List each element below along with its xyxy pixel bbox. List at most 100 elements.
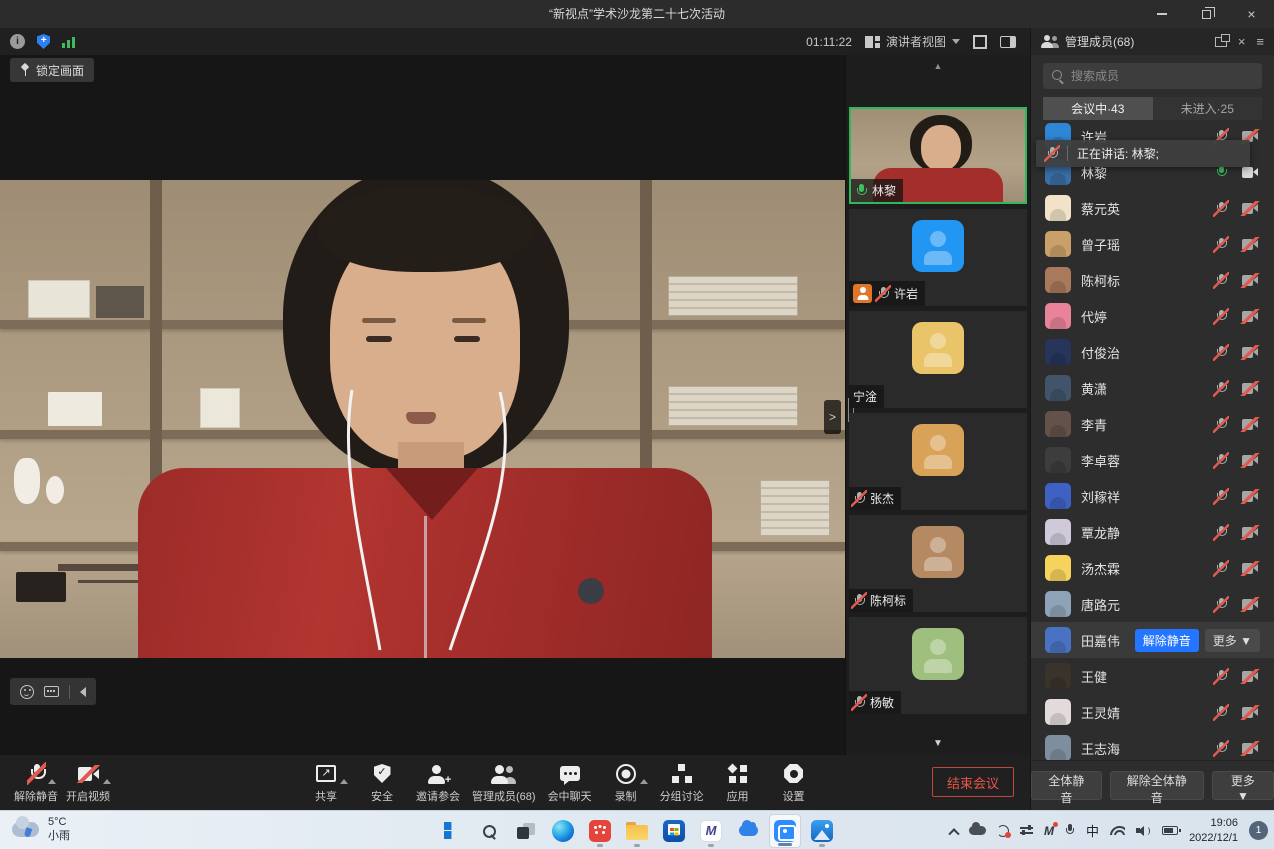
mixer-icon[interactable]	[1020, 825, 1033, 836]
mic-options-caret-icon[interactable]	[48, 779, 56, 784]
video-tile[interactable]: 陈柯标	[849, 515, 1027, 612]
minimize-button[interactable]	[1139, 0, 1184, 28]
start-button[interactable]	[436, 814, 468, 848]
member-row[interactable]: 刘稼祥	[1031, 478, 1274, 514]
toolbar-apps-button[interactable]: 应用	[712, 758, 764, 807]
member-camera-icon[interactable]	[1242, 419, 1258, 430]
sidebar-toggle-icon[interactable]	[1000, 36, 1016, 48]
member-row[interactable]: 黄潇	[1031, 370, 1274, 406]
tab-in-meeting[interactable]: 会议中·43	[1043, 97, 1153, 120]
weather-widget[interactable]: 5°C 小雨	[12, 815, 70, 844]
speaker-icon[interactable]	[1136, 825, 1151, 837]
member-mic-icon[interactable]	[1215, 202, 1227, 215]
sync-icon[interactable]	[997, 825, 1009, 837]
wifi-icon[interactable]	[1110, 826, 1125, 835]
toolbar-settings-button[interactable]: 设置	[768, 758, 820, 807]
member-mic-icon[interactable]	[1215, 346, 1227, 359]
member-mic-icon[interactable]	[1215, 706, 1227, 719]
member-row[interactable]: 汤杰霖	[1031, 550, 1274, 586]
panel-menu-icon[interactable]: ≡	[1256, 34, 1264, 49]
edge-browser-button[interactable]	[547, 814, 579, 848]
member-camera-icon[interactable]	[1242, 383, 1258, 394]
toolbar-invite-button[interactable]: + 邀请参会	[412, 758, 464, 807]
strip-collapse-handle[interactable]: >	[824, 400, 841, 434]
restore-button[interactable]	[1184, 0, 1229, 28]
member-mic-icon[interactable]	[1215, 238, 1227, 251]
tab-not-joined[interactable]: 未进入·25	[1153, 97, 1263, 120]
member-row[interactable]: 王志海	[1031, 730, 1274, 760]
toolbar-record-button[interactable]: 录制	[600, 758, 652, 807]
video-tile[interactable]: 许岩	[849, 209, 1027, 306]
member-camera-icon[interactable]	[1242, 455, 1258, 466]
unmute-member-button[interactable]: 解除静音	[1135, 629, 1199, 652]
member-camera-icon[interactable]	[1242, 563, 1258, 574]
clock-widget[interactable]: 19:06 2022/12/1	[1189, 816, 1238, 845]
member-mic-icon[interactable]	[1215, 454, 1227, 467]
member-mic-icon[interactable]	[1215, 166, 1227, 179]
camera-options-caret-icon[interactable]	[103, 779, 111, 784]
member-row[interactable]: 覃龙静	[1031, 514, 1274, 550]
close-button[interactable]: ×	[1229, 0, 1274, 28]
member-more-button[interactable]: 更多 ▼	[1205, 629, 1260, 652]
taskbar-search-button[interactable]	[473, 814, 505, 848]
member-mic-icon[interactable]	[1215, 670, 1227, 683]
member-mic-icon[interactable]	[1215, 418, 1227, 431]
appgallery-button[interactable]	[584, 814, 616, 848]
video-tile[interactable]: 林黎	[849, 107, 1027, 204]
member-mic-icon[interactable]	[1215, 382, 1227, 395]
member-camera-icon[interactable]	[1242, 275, 1258, 286]
collapse-left-icon[interactable]	[80, 687, 86, 697]
tray-overflow-icon[interactable]	[948, 828, 959, 839]
member-mic-icon[interactable]	[1215, 490, 1227, 503]
emoji-icon[interactable]	[20, 685, 34, 699]
lock-view-button[interactable]: 锁定画面	[10, 58, 94, 82]
toolbar-unmute-button[interactable]: 解除静音	[10, 758, 62, 807]
photos-app-button[interactable]	[806, 814, 838, 848]
footer-more-button[interactable]: 更多 ▼	[1212, 771, 1274, 800]
member-mic-icon[interactable]	[1215, 598, 1227, 611]
microphone-tray-icon[interactable]	[1065, 824, 1075, 837]
member-mic-icon[interactable]	[1215, 526, 1227, 539]
search-input[interactable]	[1071, 69, 1253, 83]
quick-chat-icon[interactable]	[44, 686, 59, 697]
member-camera-icon[interactable]	[1242, 203, 1258, 214]
video-tile[interactable]: 杨敏	[849, 617, 1027, 714]
toolbar-chat-button[interactable]: 会中聊天	[544, 758, 596, 807]
member-mic-icon[interactable]	[1215, 274, 1227, 287]
member-mic-icon[interactable]	[1215, 742, 1227, 755]
cloud-app-button[interactable]	[732, 814, 764, 848]
fullscreen-icon[interactable]	[973, 35, 987, 49]
protection-shield-icon[interactable]	[37, 34, 50, 49]
member-camera-icon[interactable]	[1242, 167, 1258, 178]
ime-indicator[interactable]: 中	[1086, 821, 1099, 840]
member-camera-icon[interactable]	[1242, 311, 1258, 322]
member-camera-icon[interactable]	[1242, 527, 1258, 538]
member-camera-icon[interactable]	[1242, 347, 1258, 358]
member-row[interactable]: 王健	[1031, 658, 1274, 694]
toolbar-security-button[interactable]: 安全	[356, 758, 408, 807]
notification-badge[interactable]: 1	[1249, 821, 1268, 840]
mute-all-button[interactable]: 全体静音	[1031, 771, 1102, 800]
close-panel-icon[interactable]: ×	[1238, 34, 1246, 49]
onedrive-icon[interactable]	[969, 826, 986, 835]
toolbar-start-video-button[interactable]: 开启视频	[62, 758, 114, 807]
record-options-caret-icon[interactable]	[640, 779, 648, 784]
member-row[interactable]: 李卓蓉	[1031, 442, 1274, 478]
toolbar-manage-members-button[interactable]: 管理成员(68)	[468, 758, 540, 807]
unmute-all-button[interactable]: 解除全体静音	[1110, 771, 1204, 800]
meeting-app-button[interactable]	[769, 814, 801, 848]
member-row[interactable]: 唐路元	[1031, 586, 1274, 622]
end-meeting-button[interactable]: 结束会议	[932, 767, 1014, 797]
file-explorer-button[interactable]	[621, 814, 653, 848]
member-mic-icon[interactable]	[1215, 562, 1227, 575]
task-view-button[interactable]	[510, 814, 542, 848]
view-mode-selector[interactable]: 演讲者视图	[865, 33, 960, 50]
member-mic-icon[interactable]	[1215, 310, 1227, 323]
member-row[interactable]: 蔡元英	[1031, 190, 1274, 226]
meeting-info-icon[interactable]	[10, 34, 25, 49]
member-row[interactable]: 陈柯标	[1031, 262, 1274, 298]
member-row[interactable]: 曾子瑶	[1031, 226, 1274, 262]
network-signal-icon[interactable]	[62, 36, 76, 48]
popout-panel-icon[interactable]	[1215, 37, 1227, 47]
member-camera-icon[interactable]	[1242, 707, 1258, 718]
